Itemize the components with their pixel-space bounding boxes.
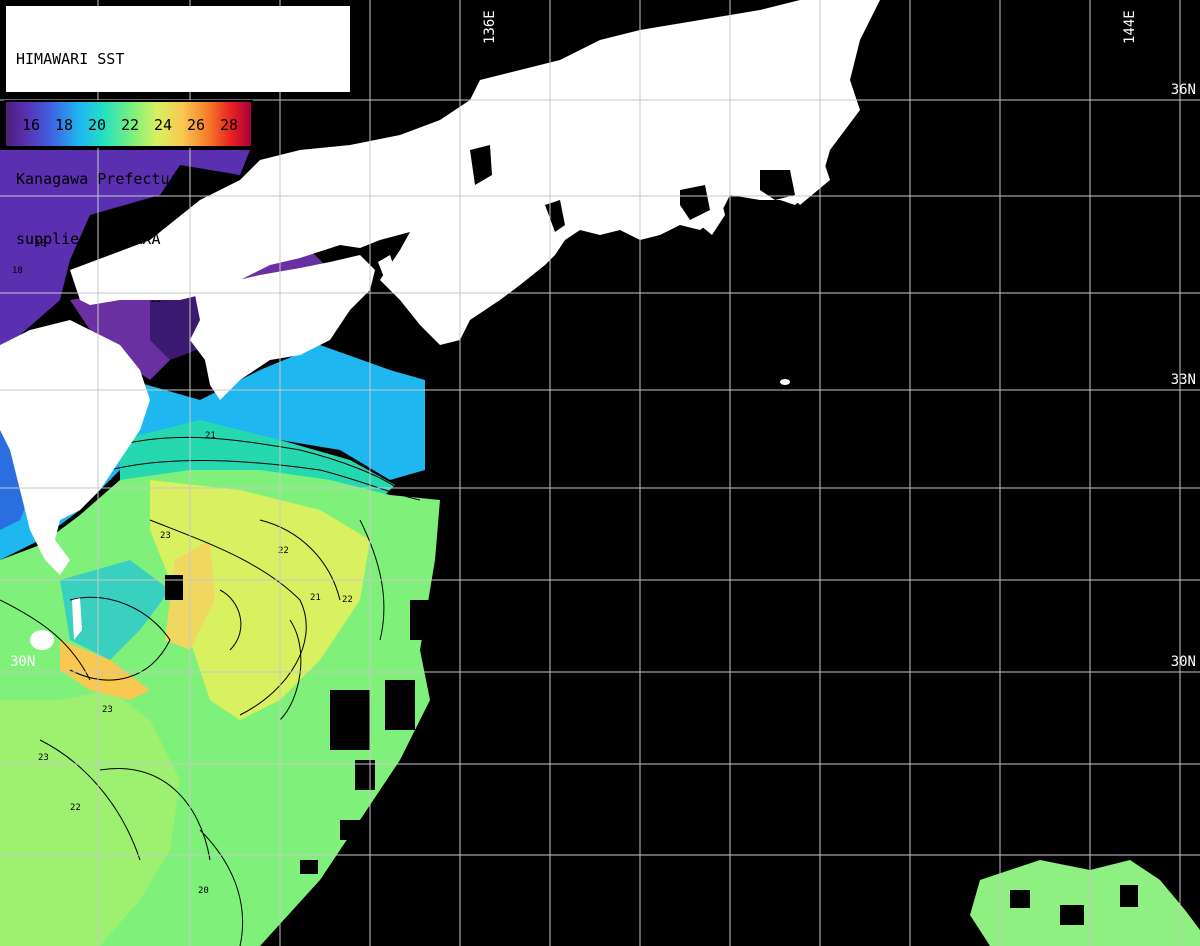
info-title: HIMAWARI SST	[16, 50, 125, 68]
legend-label: 24	[154, 116, 173, 134]
contour-label: 21	[310, 593, 321, 603]
lat-label-30n-left: 30N	[10, 654, 36, 670]
info-prefecture: Kanagawa Prefecture	[16, 170, 188, 188]
info-supplier: supplied by JAXA	[16, 230, 161, 248]
lon-label-136e: 136E	[482, 10, 498, 44]
legend-label: 18	[55, 116, 74, 134]
contour-label: 22	[342, 595, 353, 605]
contour-label: 20	[198, 886, 209, 896]
legend-label: 22	[121, 116, 140, 134]
legend-label: 16	[22, 116, 41, 134]
contour-label: 22	[70, 803, 81, 813]
land-islet	[780, 379, 790, 385]
legend-label: 20	[88, 116, 107, 134]
lat-label-36n: 36N	[1170, 82, 1196, 98]
info-box: HIMAWARI SST 2025/05/01 23(UTC) 3H Comp.…	[6, 6, 350, 248]
legend-labels: 16 18 20 22 24 26 28	[22, 116, 253, 134]
contour-label: 21	[205, 431, 216, 441]
legend-label: 28	[220, 116, 239, 134]
contour-label: 23	[102, 705, 113, 715]
land-yakushima	[30, 630, 54, 650]
lon-label-144e: 144E	[1122, 10, 1138, 44]
lat-label-30n: 30N	[1170, 654, 1196, 670]
color-legend: 16 18 20 22 24 26 28	[4, 100, 253, 148]
legend-label: 26	[187, 116, 206, 134]
lat-label-33n: 33N	[1170, 372, 1196, 388]
contour-label: 23	[160, 531, 171, 541]
contour-label: 23	[38, 753, 49, 763]
